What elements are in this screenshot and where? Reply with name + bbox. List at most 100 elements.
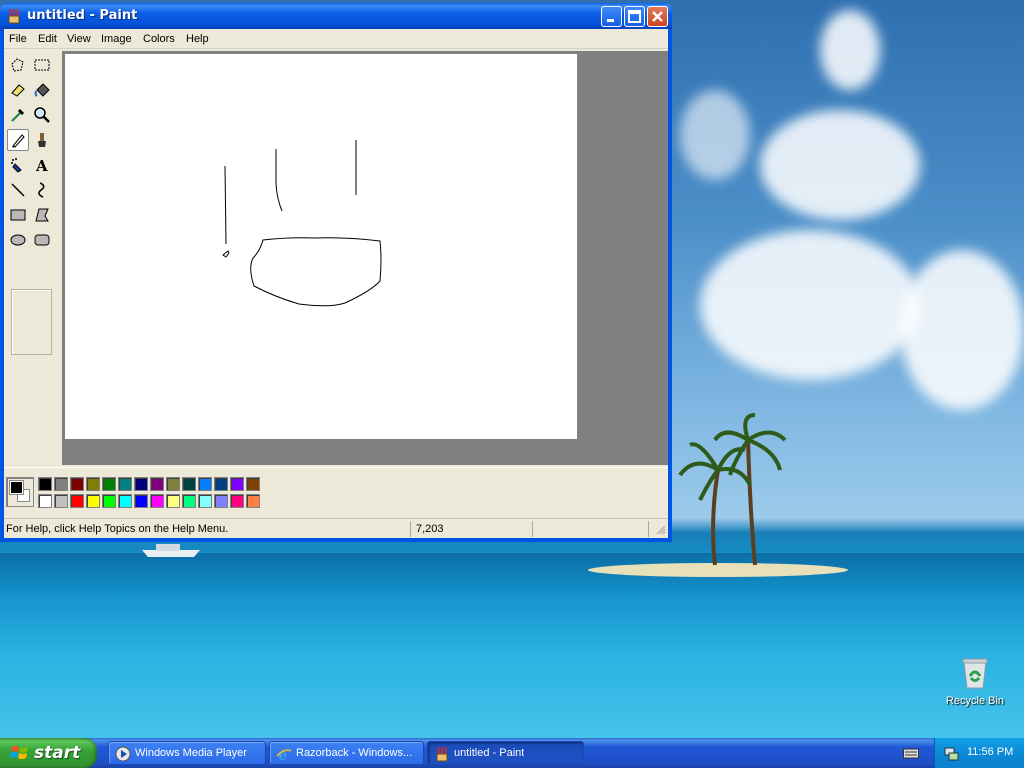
status-bar: For Help, click Help Topics on the Help … bbox=[4, 518, 668, 538]
drawing-strokes bbox=[222, 140, 382, 307]
recycle-bin[interactable]: Recycle Bin bbox=[940, 656, 1010, 712]
menu-image[interactable]: Image bbox=[101, 33, 132, 45]
color-swatch[interactable] bbox=[150, 494, 164, 508]
color-swatch[interactable] bbox=[86, 477, 100, 491]
rounded-rectangle-tool[interactable] bbox=[31, 229, 53, 251]
task-label: Windows Media Player bbox=[135, 747, 247, 759]
recycle-bin-label: Recycle Bin bbox=[945, 695, 1005, 707]
color-swatch[interactable] bbox=[230, 494, 244, 508]
pencil-tool[interactable] bbox=[7, 129, 29, 151]
ocean bbox=[0, 553, 1024, 740]
line-tool[interactable] bbox=[7, 179, 29, 201]
polygon-icon bbox=[35, 208, 49, 222]
curve-tool[interactable] bbox=[31, 179, 53, 201]
paint-window: untitled - Paint File Edit View Image Co… bbox=[0, 3, 672, 542]
drawing-canvas[interactable] bbox=[65, 54, 577, 439]
color-swatch[interactable] bbox=[166, 477, 180, 491]
title-bar[interactable]: untitled - Paint bbox=[0, 3, 672, 29]
ellipse-tool[interactable] bbox=[7, 229, 29, 251]
menu-edit[interactable]: Edit bbox=[38, 33, 57, 45]
free-form-select-icon bbox=[11, 58, 24, 72]
taskbar: start Windows Media Player e Razorback -… bbox=[0, 738, 1024, 768]
color-swatch[interactable] bbox=[54, 494, 68, 508]
free-form-select-tool[interactable] bbox=[7, 54, 29, 76]
tool-options-box[interactable] bbox=[11, 289, 52, 355]
current-colors-box[interactable] bbox=[6, 477, 34, 507]
color-swatch[interactable] bbox=[230, 477, 244, 491]
rounded-rectangle-icon bbox=[34, 234, 50, 246]
foreground-color-swatch[interactable] bbox=[9, 480, 24, 495]
color-swatch[interactable] bbox=[166, 494, 180, 508]
curve-icon bbox=[38, 182, 45, 198]
fill-with-color-tool[interactable] bbox=[31, 79, 53, 101]
ellipse-icon bbox=[10, 234, 26, 246]
color-swatch[interactable] bbox=[70, 477, 84, 491]
paint-icon[interactable] bbox=[6, 8, 22, 24]
color-swatch[interactable] bbox=[246, 477, 260, 491]
pick-color-tool[interactable] bbox=[7, 104, 29, 126]
maximize-icon bbox=[628, 10, 641, 23]
magnifier-tool[interactable] bbox=[31, 104, 53, 126]
select-tool[interactable] bbox=[31, 54, 53, 76]
window-body: File Edit View Image Colors Help A For H… bbox=[4, 29, 668, 538]
color-swatch[interactable] bbox=[182, 494, 196, 508]
color-swatch[interactable] bbox=[118, 477, 132, 491]
toolbox: A bbox=[4, 51, 60, 464]
maximize-button[interactable] bbox=[624, 6, 645, 27]
color-swatch[interactable] bbox=[38, 477, 52, 491]
rectangle-tool[interactable] bbox=[7, 204, 29, 226]
text-icon: A bbox=[35, 157, 48, 174]
svg-text:A: A bbox=[35, 157, 48, 174]
color-swatch[interactable] bbox=[150, 477, 164, 491]
color-swatch[interactable] bbox=[134, 494, 148, 508]
color-swatch[interactable] bbox=[54, 477, 68, 491]
resize-grip-icon[interactable] bbox=[654, 523, 666, 535]
menu-bar: File Edit View Image Colors Help bbox=[4, 29, 668, 49]
color-swatch[interactable] bbox=[118, 494, 132, 508]
brush-tool[interactable] bbox=[31, 129, 53, 151]
color-swatch[interactable] bbox=[134, 477, 148, 491]
color-swatch[interactable] bbox=[214, 477, 228, 491]
pencil-icon bbox=[12, 134, 25, 148]
network-icon[interactable] bbox=[943, 745, 959, 761]
status-divider bbox=[532, 521, 533, 537]
fill-bucket-icon bbox=[34, 83, 50, 97]
palm-trees bbox=[678, 413, 787, 566]
menu-file[interactable]: File bbox=[9, 33, 27, 45]
eraser-tool[interactable] bbox=[7, 79, 29, 101]
cursor-coordinates: 7,203 bbox=[416, 523, 444, 535]
task-razorback[interactable]: e Razorback - Windows... bbox=[269, 741, 424, 765]
recycle-bin-icon bbox=[962, 658, 988, 689]
polygon-tool[interactable] bbox=[31, 204, 53, 226]
menu-help[interactable]: Help bbox=[186, 33, 209, 45]
color-swatch[interactable] bbox=[246, 494, 260, 508]
task-windows-media-player[interactable]: Windows Media Player bbox=[108, 741, 266, 765]
color-swatch[interactable] bbox=[198, 477, 212, 491]
color-swatch[interactable] bbox=[102, 477, 116, 491]
airbrush-tool[interactable] bbox=[7, 154, 29, 176]
status-divider bbox=[648, 521, 649, 537]
status-help-text: For Help, click Help Topics on the Help … bbox=[6, 523, 229, 535]
start-button[interactable]: start bbox=[0, 738, 97, 768]
minimize-button[interactable] bbox=[601, 6, 622, 27]
color-swatch[interactable] bbox=[38, 494, 52, 508]
task-paint[interactable]: untitled - Paint bbox=[427, 741, 584, 765]
color-swatch[interactable] bbox=[86, 494, 100, 508]
close-button[interactable] bbox=[647, 6, 668, 27]
menu-colors[interactable]: Colors bbox=[143, 33, 175, 45]
color-palette bbox=[4, 467, 668, 517]
color-swatch[interactable] bbox=[70, 494, 84, 508]
keyboard-icon[interactable] bbox=[903, 746, 919, 760]
task-label: untitled - Paint bbox=[454, 747, 525, 759]
task-label: Razorback - Windows... bbox=[296, 747, 413, 759]
internet-explorer-icon: e bbox=[276, 746, 292, 762]
color-swatch[interactable] bbox=[214, 494, 228, 508]
color-swatch[interactable] bbox=[182, 477, 196, 491]
magnifier-icon bbox=[34, 107, 50, 123]
color-swatch[interactable] bbox=[102, 494, 116, 508]
menu-view[interactable]: View bbox=[67, 33, 91, 45]
paint-icon bbox=[436, 746, 448, 762]
clock[interactable]: 11:56 PM bbox=[967, 746, 1013, 758]
color-swatch[interactable] bbox=[198, 494, 212, 508]
text-tool[interactable]: A bbox=[31, 154, 53, 176]
